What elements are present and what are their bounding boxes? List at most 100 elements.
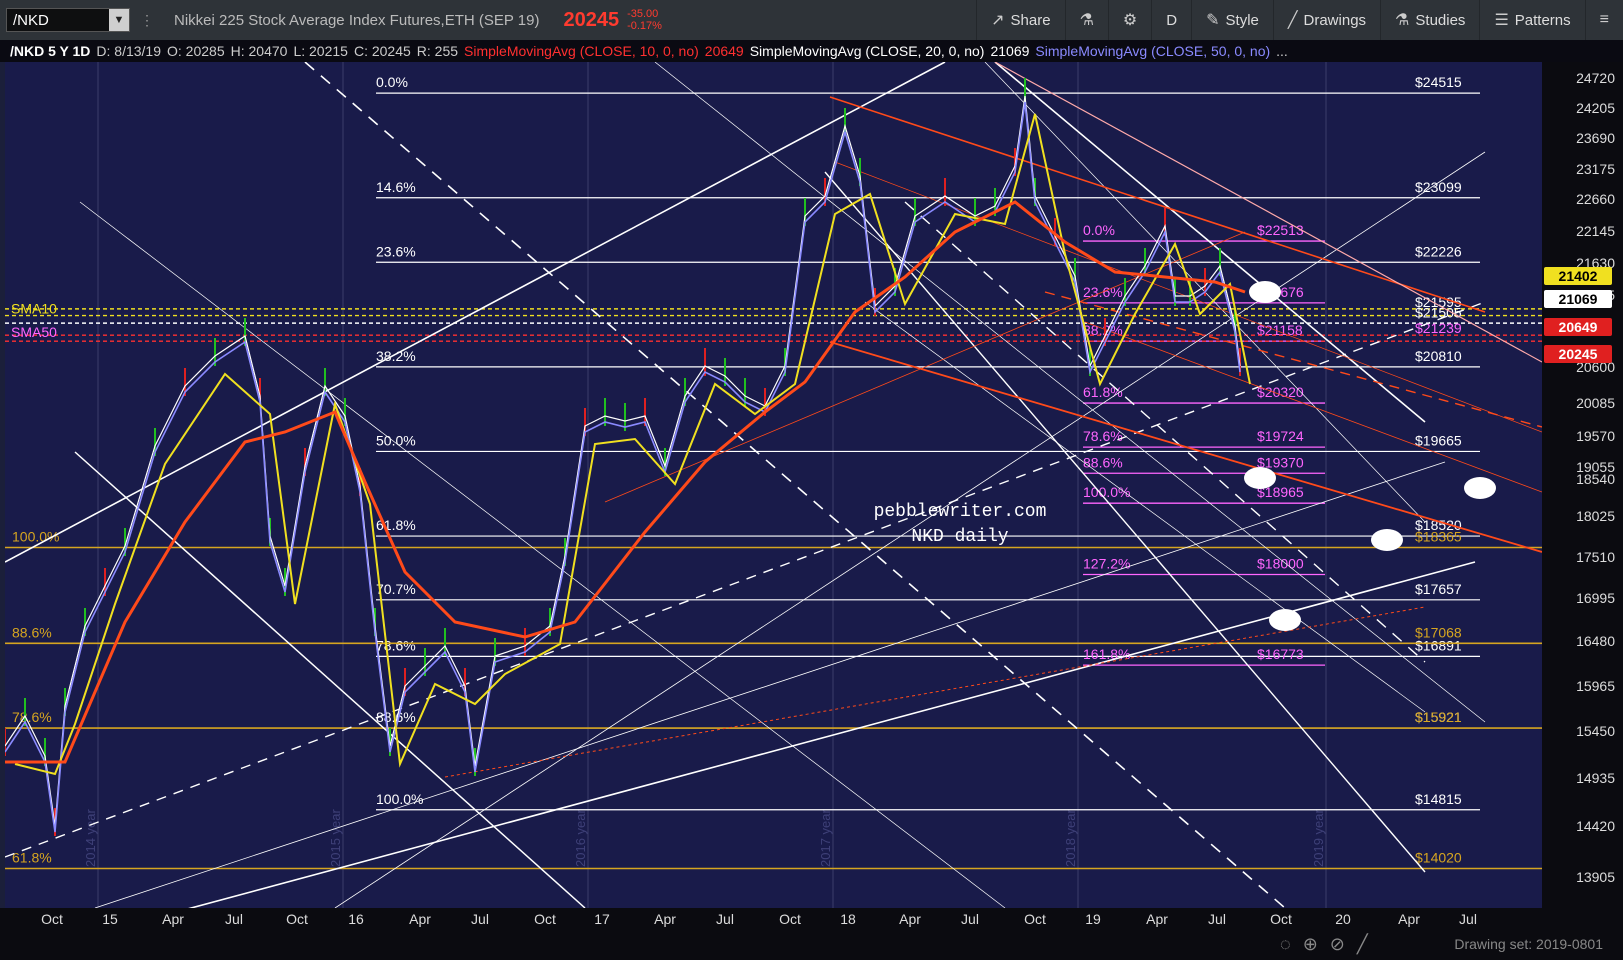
- trend-line: [904, 201, 1426, 663]
- style-button[interactable]: ✎ Style: [1191, 0, 1273, 40]
- period-label: D: [1166, 11, 1178, 29]
- time-axis-label: Oct: [534, 911, 556, 927]
- price-axis-tick: 18025: [1576, 508, 1615, 524]
- patterns-button[interactable]: ☰ Patterns: [1479, 0, 1584, 40]
- studies-button[interactable]: ⚗ Studies: [1380, 0, 1479, 40]
- price-axis-tick: 14420: [1576, 818, 1615, 834]
- time-axis-label: Oct: [779, 911, 801, 927]
- fib-price-label: $20810: [1415, 348, 1462, 364]
- patterns-icon: ☰: [1494, 12, 1509, 29]
- sma-long-line: [5, 200, 1246, 764]
- pink-fib-price: $22513: [1257, 222, 1304, 238]
- year-label: 2017 year: [818, 809, 833, 867]
- time-axis-label: Apr: [162, 911, 184, 927]
- fib-price-label: $14815: [1415, 791, 1462, 807]
- price-tag: 21402: [1544, 267, 1612, 285]
- time-axis-label: Jul: [716, 911, 734, 927]
- trend-line: [829, 96, 1486, 313]
- trend-line: [188, 561, 1476, 908]
- price-tag: 20649: [1544, 318, 1612, 336]
- crosshair-icon[interactable]: ⊕: [1303, 934, 1330, 954]
- price-axis-tick: 15450: [1576, 723, 1615, 739]
- time-axis-label: Jul: [961, 911, 979, 927]
- fib-price-label: $24515: [1415, 74, 1462, 90]
- sma50-left-label: SMA50: [11, 324, 57, 340]
- share-label: Share: [1010, 11, 1051, 29]
- gold-fib-label: 88.6%: [12, 624, 52, 640]
- sma10-legend[interactable]: SimpleMovingAvg (CLOSE, 10, 0, no): [464, 43, 699, 59]
- price-axis-tick: 23175: [1576, 161, 1615, 177]
- toolbar-actions: ↗ Share ⚗ ⚙ D ✎ Style ╱ Drawings ⚗ Studies ☰…: [976, 0, 1623, 40]
- zoom-icon[interactable]: ⊘: [1330, 934, 1357, 954]
- status-bar: ◌⊕⊘╱ Drawing set: 2019-0801: [0, 930, 1623, 960]
- price-tag: 21069: [1544, 290, 1612, 308]
- time-axis[interactable]: Oct 15 Apr Jul Oct 16 Apr Jul Oct 17 Apr Jul Oct 18 Ap…: [0, 908, 1623, 930]
- bar-open: O: 20285: [167, 43, 225, 59]
- time-axis-label: 16: [348, 911, 364, 927]
- symbol-selector[interactable]: /NKD ▼: [6, 8, 130, 32]
- line-tool-icon[interactable]: ╱: [1357, 934, 1380, 954]
- time-axis-label: Oct: [1270, 911, 1292, 927]
- back-icon[interactable]: ◌: [1280, 934, 1303, 954]
- chevron-down-icon[interactable]: ▼: [109, 9, 129, 31]
- pink-fib-label: 38.2%: [1083, 322, 1123, 338]
- pink-fib-price: $16773: [1257, 646, 1304, 662]
- price-axis-tick: 20085: [1576, 395, 1615, 411]
- studies-label: Studies: [1415, 11, 1466, 29]
- pencil-icon: ╱: [1287, 12, 1298, 29]
- trend-line: [304, 62, 1286, 908]
- sma20-legend[interactable]: SimpleMovingAvg (CLOSE, 20, 0, no): [750, 43, 985, 59]
- price-axis-tick: 18540: [1576, 471, 1615, 487]
- year-label: 2014 year: [83, 809, 98, 867]
- top-price-b: $21505: [1415, 305, 1462, 321]
- price-axis-tick: 16995: [1576, 590, 1615, 606]
- time-axis-label: Jul: [1459, 911, 1477, 927]
- time-axis-label: 15: [102, 911, 118, 927]
- fib-price-label: $19665: [1415, 432, 1462, 448]
- gold-fib-price: $15921: [1415, 709, 1462, 725]
- trend-line: [334, 151, 1486, 908]
- time-axis-label: 18: [840, 911, 856, 927]
- flask-button[interactable]: ⚗: [1064, 0, 1108, 40]
- time-axis-label: 20: [1335, 911, 1351, 927]
- pink-fib-label: 78.6%: [1083, 428, 1123, 444]
- bar-date: D: 8/13/19: [96, 43, 162, 59]
- price-axis-tick: 22660: [1576, 191, 1615, 207]
- target-oval: [1269, 609, 1301, 631]
- fib-level-label: 50.0%: [376, 432, 416, 448]
- watermark-line1: pebblewriter.com: [874, 502, 1047, 522]
- legend-more[interactable]: ...: [1276, 43, 1288, 59]
- gold-fib-price: $18365: [1415, 529, 1462, 545]
- year-label: 2019 year: [1311, 809, 1326, 867]
- share-button[interactable]: ↗ Share: [976, 0, 1064, 40]
- studies-icon: ⚗: [1395, 12, 1410, 29]
- trend-line: [994, 62, 1542, 363]
- price-axis-tick: 15965: [1576, 678, 1615, 694]
- pink-fib-label: 100.0%: [1083, 484, 1130, 500]
- fib-level-label: 23.6%: [376, 243, 416, 259]
- gear-icon: ⚙: [1122, 12, 1138, 29]
- price-axis-tick: 17510: [1576, 549, 1615, 565]
- time-axis-label: Oct: [41, 911, 63, 927]
- price-axis[interactable]: 2472024205236902317522660221452163021115…: [1542, 62, 1623, 908]
- bar-low: L: 20215: [293, 43, 348, 59]
- settings-button[interactable]: ⚙: [1107, 0, 1151, 40]
- trend-line: [654, 62, 1486, 723]
- drawings-label: Drawings: [1303, 11, 1367, 29]
- pink-fib-label: 0.0%: [1083, 222, 1115, 238]
- status-icons: ◌⊕⊘╱: [1280, 934, 1380, 955]
- fib-price-label: $22226: [1415, 243, 1462, 259]
- trend-line: [444, 606, 1426, 778]
- chart-canvas[interactable]: 2014 year 2015 year 2016 year 2017 year 2018…: [5, 62, 1542, 908]
- time-axis-label: Oct: [286, 911, 308, 927]
- fib-level-label: 0.0%: [376, 74, 408, 90]
- period-button[interactable]: D: [1151, 0, 1191, 40]
- change-percent: -0.17%: [627, 20, 662, 32]
- drawing-set-label[interactable]: Drawing set: 2019-0801: [1454, 936, 1603, 952]
- fib-level-label: 70.7%: [376, 581, 416, 597]
- sma50-legend[interactable]: SimpleMovingAvg (CLOSE, 50, 0, no): [1035, 43, 1270, 59]
- change-value: -35.00: [627, 8, 659, 20]
- pink-fib-price: $20320: [1257, 384, 1304, 400]
- drawings-button[interactable]: ╱ Drawings: [1272, 0, 1380, 40]
- menu-button[interactable]: ≡: [1584, 0, 1623, 40]
